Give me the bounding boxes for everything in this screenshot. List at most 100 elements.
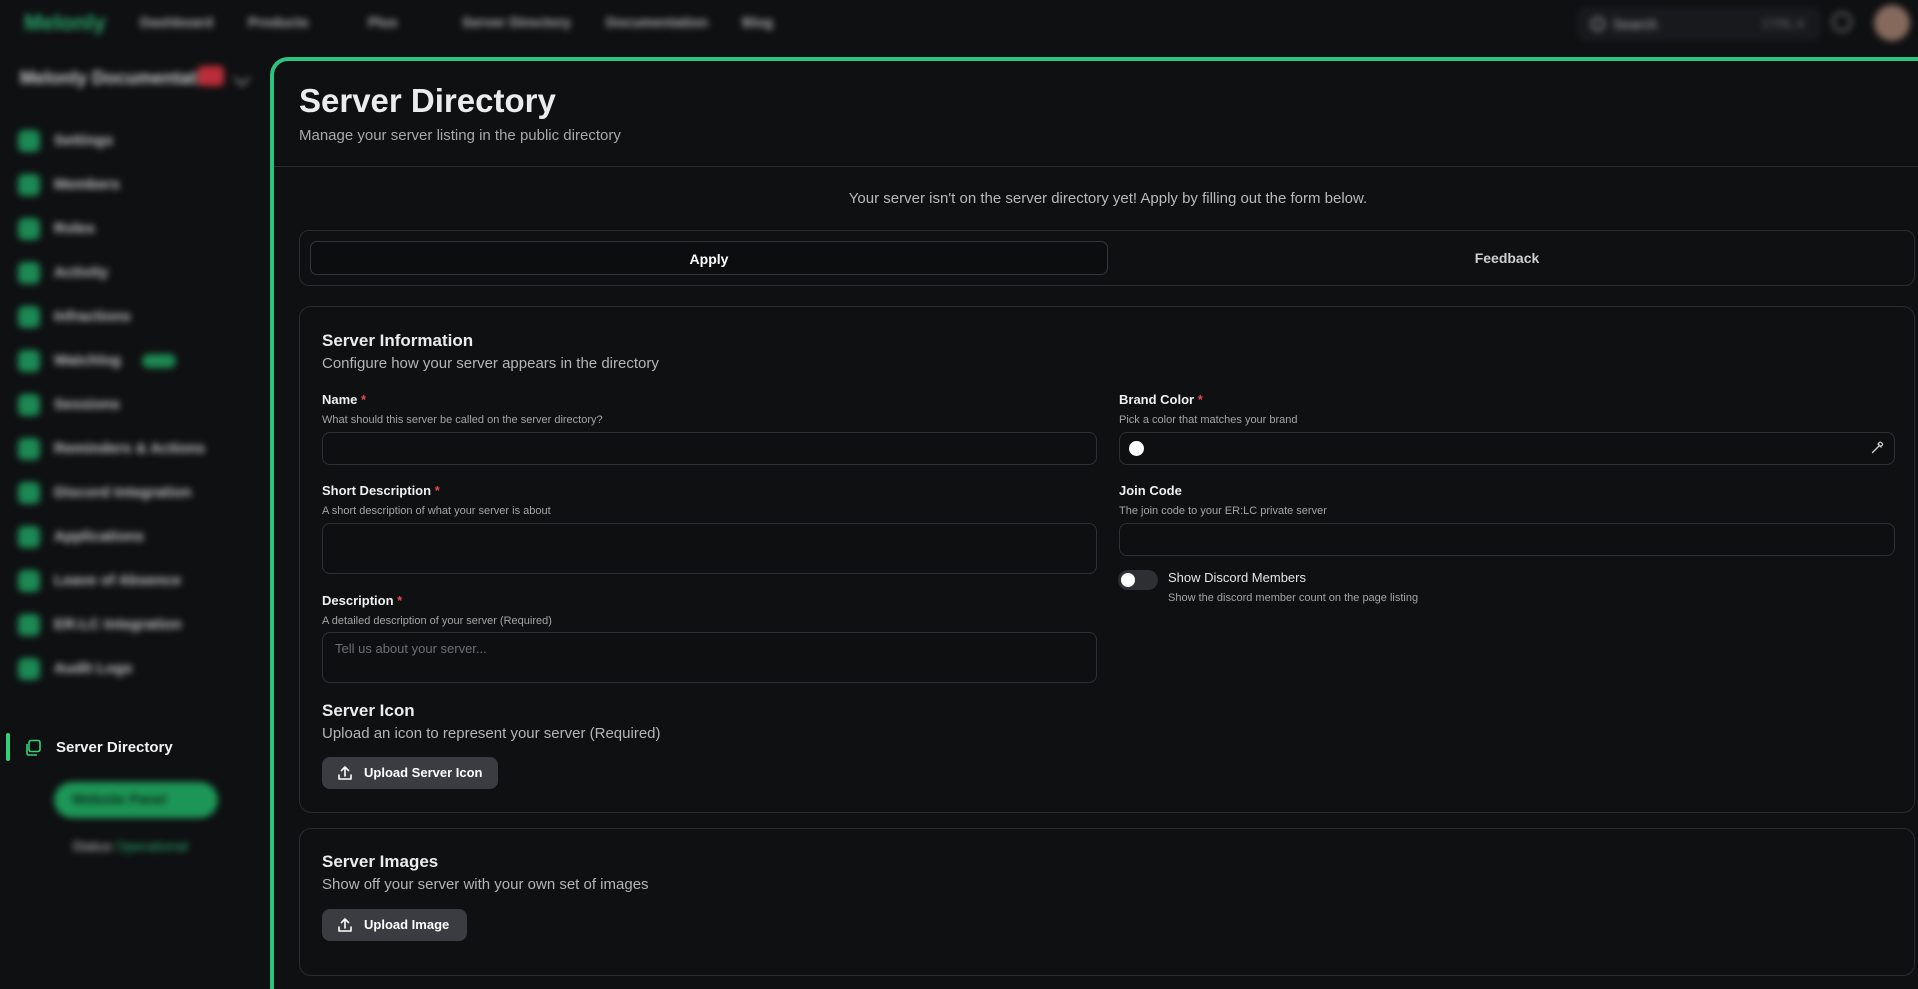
status-indicator: Status Operational (72, 838, 188, 854)
infractions-icon (18, 306, 40, 328)
sidebar-item-roles[interactable]: Roles (18, 214, 258, 244)
chevron-down-icon[interactable] (233, 69, 251, 87)
directory-notice: Your server isn't on the server director… (848, 190, 1368, 207)
sessions-icon (18, 394, 40, 416)
activity-icon (18, 262, 40, 284)
nav-products[interactable]: Products (248, 14, 309, 30)
upload-icon (338, 766, 352, 780)
sidebar-item-applications[interactable]: Applications (18, 522, 258, 552)
server-directory-icon (26, 739, 41, 756)
brand-color-help: Pick a color that matches your brand (1119, 414, 1298, 426)
section-subtitle: Configure how your server appears in the… (322, 355, 659, 372)
sidebar-item-server-directory[interactable]: Server Directory (0, 733, 260, 763)
eyedropper-icon[interactable] (1870, 441, 1884, 455)
join-code-input[interactable] (1119, 523, 1895, 556)
show-discord-members-label: Show Discord Members (1168, 570, 1306, 585)
members-icon (18, 174, 40, 196)
tab-feedback[interactable]: Feedback (1108, 241, 1906, 275)
calendar-icon (18, 570, 40, 592)
sidebar-item-sessions[interactable]: Sessions (18, 390, 258, 420)
nav-server-directory[interactable]: Server Directory (462, 14, 571, 30)
short-description-input[interactable] (322, 523, 1097, 574)
reminders-icon (18, 438, 40, 460)
top-navigation-bar: Melonly Dashboard Products Plus Server D… (0, 0, 1918, 46)
upload-server-icon-button[interactable]: Upload Server Icon (322, 757, 498, 789)
description-label: Description * (322, 593, 403, 608)
color-swatch (1129, 441, 1144, 456)
sidebar-item-label: Reminders & Actions (54, 440, 206, 457)
sidebar-item-label: Members (54, 176, 120, 193)
sidebar-item-infractions[interactable]: Infractions (18, 302, 258, 332)
nav-documentation[interactable]: Documentation (606, 14, 708, 30)
erlc-icon (18, 614, 40, 636)
sidebar-item-erlc-integration[interactable]: ER:LC Integration (18, 610, 258, 640)
sidebar-item-label: Activity (54, 264, 109, 281)
sidebar-item-watchlog[interactable]: Watchlog (18, 346, 258, 376)
sidebar-item-activity[interactable]: Activity (18, 258, 258, 288)
name-label: Name * (322, 392, 367, 407)
sidebar-item-discord-integration[interactable]: Discord Integration (18, 478, 258, 508)
sidebar-item-label: Watchlog (54, 352, 121, 369)
description-help: A detailed description of your server (R… (322, 615, 552, 627)
show-discord-members-toggle[interactable] (1118, 570, 1158, 590)
sidebar: Melonly Documentati... Settings Members … (0, 46, 270, 989)
toggle-knob (1121, 573, 1135, 587)
short-description-label: Short Description * (322, 483, 440, 498)
description-textarea[interactable]: Tell us about your server... (322, 632, 1097, 683)
section-subtitle: Show off your server with your own set o… (322, 876, 649, 893)
sidebar-item-audit-logs[interactable]: Audit Logs (18, 654, 258, 684)
guild-flag-icon (198, 66, 224, 86)
nav-plus[interactable]: Plus (368, 14, 398, 30)
sidebar-item-label: Roles (54, 220, 95, 237)
active-indicator (6, 733, 10, 761)
discord-icon (18, 482, 40, 504)
nav-blog[interactable]: Blog (742, 14, 773, 30)
search-shortcut: CTRL K (1762, 17, 1805, 31)
upload-icon (338, 918, 352, 932)
sidebar-item-leave-of-absence[interactable]: Leave of Absence (18, 566, 258, 596)
server-icon-subtitle: Upload an icon to represent your server … (322, 725, 661, 742)
sidebar-item-label: Infractions (54, 308, 131, 325)
nav-dashboard[interactable]: Dashboard (140, 14, 213, 30)
sidebar-item-settings[interactable]: Settings (18, 126, 258, 156)
sidebar-item-label: Sessions (54, 396, 120, 413)
user-avatar[interactable] (1874, 5, 1910, 41)
applications-icon (18, 526, 40, 548)
sidebar-item-label: Applications (54, 528, 145, 545)
show-discord-members-help: Show the discord member count on the pag… (1168, 592, 1419, 604)
audit-log-icon (18, 658, 40, 680)
watchlog-icon (18, 350, 40, 372)
join-code-label: Join Code (1119, 483, 1182, 498)
name-input[interactable] (322, 432, 1097, 465)
server-images-card: Server Images Show off your server with … (299, 828, 1915, 976)
sidebar-item-label: ER:LC Integration (54, 616, 182, 633)
sidebar-item-label: Leave of Absence (54, 572, 181, 589)
logo[interactable]: Melonly (24, 10, 106, 36)
sidebar-item-reminders[interactable]: Reminders & Actions (18, 434, 258, 464)
sidebar-item-label: Audit Logs (54, 660, 133, 677)
section-title: Server Information (322, 331, 474, 350)
roles-icon (18, 218, 40, 240)
sidebar-item-label: Server Directory (56, 739, 173, 756)
section-title: Server Images (322, 852, 439, 871)
tab-bar: Apply Feedback (299, 230, 1915, 286)
tab-apply[interactable]: Apply (310, 241, 1108, 275)
page-title: Server Directory (299, 82, 556, 119)
join-code-help: The join code to your ER:LC private serv… (1119, 505, 1327, 517)
search-label: Search (1613, 16, 1658, 32)
search-bar[interactable]: Search CTRL K (1578, 8, 1820, 40)
new-badge (142, 354, 176, 368)
search-icon (1591, 17, 1605, 31)
sidebar-item-members[interactable]: Members (18, 170, 258, 200)
upload-image-button[interactable]: Upload Image (322, 909, 467, 941)
header-divider (274, 166, 1918, 167)
notifications-icon[interactable] (1832, 12, 1852, 32)
brand-color-picker[interactable] (1119, 432, 1895, 465)
server-icon-title: Server Icon (322, 701, 415, 720)
name-help: What should this server be called on the… (322, 414, 603, 426)
page-subtitle: Manage your server listing in the public… (299, 127, 621, 144)
guild-name[interactable]: Melonly Documentati... (20, 68, 216, 89)
website-panel-button[interactable]: Website Panel (54, 782, 218, 818)
settings-icon (18, 130, 40, 152)
brand-color-label: Brand Color * (1119, 392, 1203, 407)
